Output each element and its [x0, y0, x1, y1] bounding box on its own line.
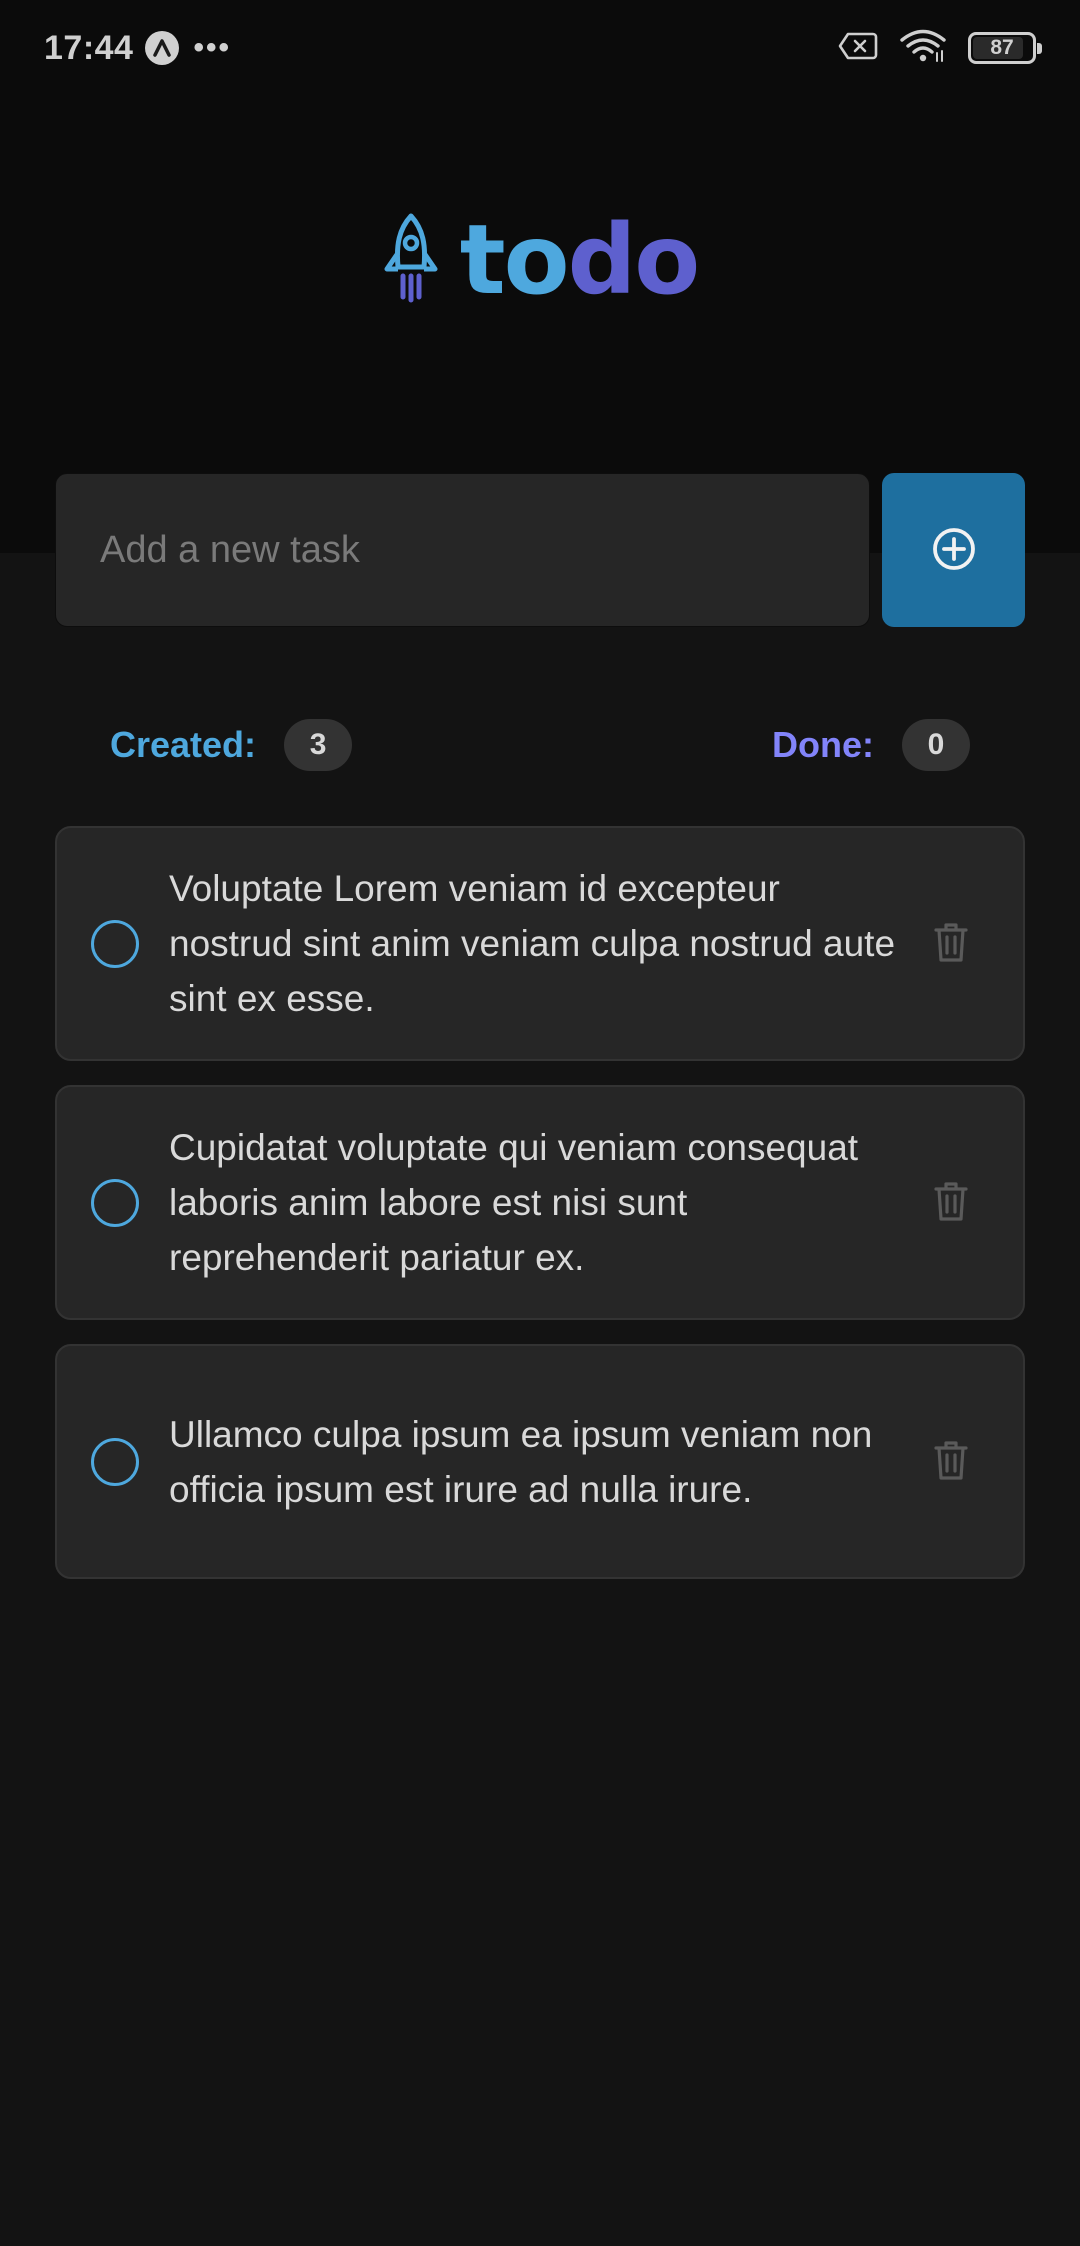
task-text: Voluptate Lorem veniam id excepteur nost…: [169, 868, 896, 1019]
logo-text-to: to: [459, 204, 570, 316]
task-counters: Created: 3 Done: 0: [110, 715, 970, 775]
todo-screen: 17:44 ••• 87 todo Add a new task Created…: [0, 0, 1080, 2246]
created-label: Created:: [110, 724, 257, 765]
trash-icon: [933, 1439, 969, 1484]
wifi-icon: [900, 29, 946, 68]
done-counter: Done: 0: [772, 719, 970, 771]
new-task-input[interactable]: [55, 473, 870, 627]
battery-percent: 87: [990, 36, 1014, 59]
logo-text-do: do: [567, 204, 701, 316]
rocket-icon: [382, 213, 440, 308]
more-notifications-icon: •••: [193, 31, 231, 64]
status-left: 17:44 •••: [44, 29, 231, 68]
battery-icon: 87: [968, 32, 1042, 64]
task-text: Cupidatat voluptate qui veniam consequat…: [169, 1127, 859, 1278]
delete-task-button[interactable]: [929, 1438, 973, 1486]
done-count-badge: 0: [902, 719, 970, 771]
task-checkbox[interactable]: [91, 1178, 139, 1227]
task-item: Cupidatat voluptate qui veniam consequat…: [55, 1085, 1025, 1320]
done-label: Done:: [772, 724, 874, 765]
status-time: 17:44: [44, 28, 134, 67]
plus-circle-icon: [930, 525, 978, 576]
created-counter: Created: 3: [110, 719, 353, 771]
app-notification-icon: [145, 31, 180, 65]
delete-task-button[interactable]: [929, 920, 973, 968]
logo-wordmark: todo: [460, 212, 701, 308]
trash-icon: [933, 921, 969, 966]
task-list: Voluptate Lorem veniam id excepteur nost…: [55, 826, 1025, 1603]
task-checkbox[interactable]: [91, 1437, 139, 1486]
task-item: Ullamco culpa ipsum ea ipsum veniam non …: [55, 1344, 1025, 1579]
status-right: 87: [838, 29, 1042, 68]
new-task-form: [55, 473, 1025, 627]
status-bar: 17:44 ••• 87: [0, 0, 1080, 96]
delete-task-button[interactable]: [929, 1179, 973, 1227]
trash-icon: [933, 1180, 969, 1225]
add-task-button[interactable]: [882, 473, 1025, 627]
task-text: Ullamco culpa ipsum ea ipsum veniam non …: [169, 1413, 873, 1510]
battery-saver-x-icon: [838, 31, 878, 66]
created-count-badge: 3: [284, 719, 353, 771]
task-checkbox[interactable]: [91, 919, 139, 968]
task-item: Voluptate Lorem veniam id excepteur nost…: [55, 826, 1025, 1061]
app-logo: todo: [0, 210, 1080, 310]
